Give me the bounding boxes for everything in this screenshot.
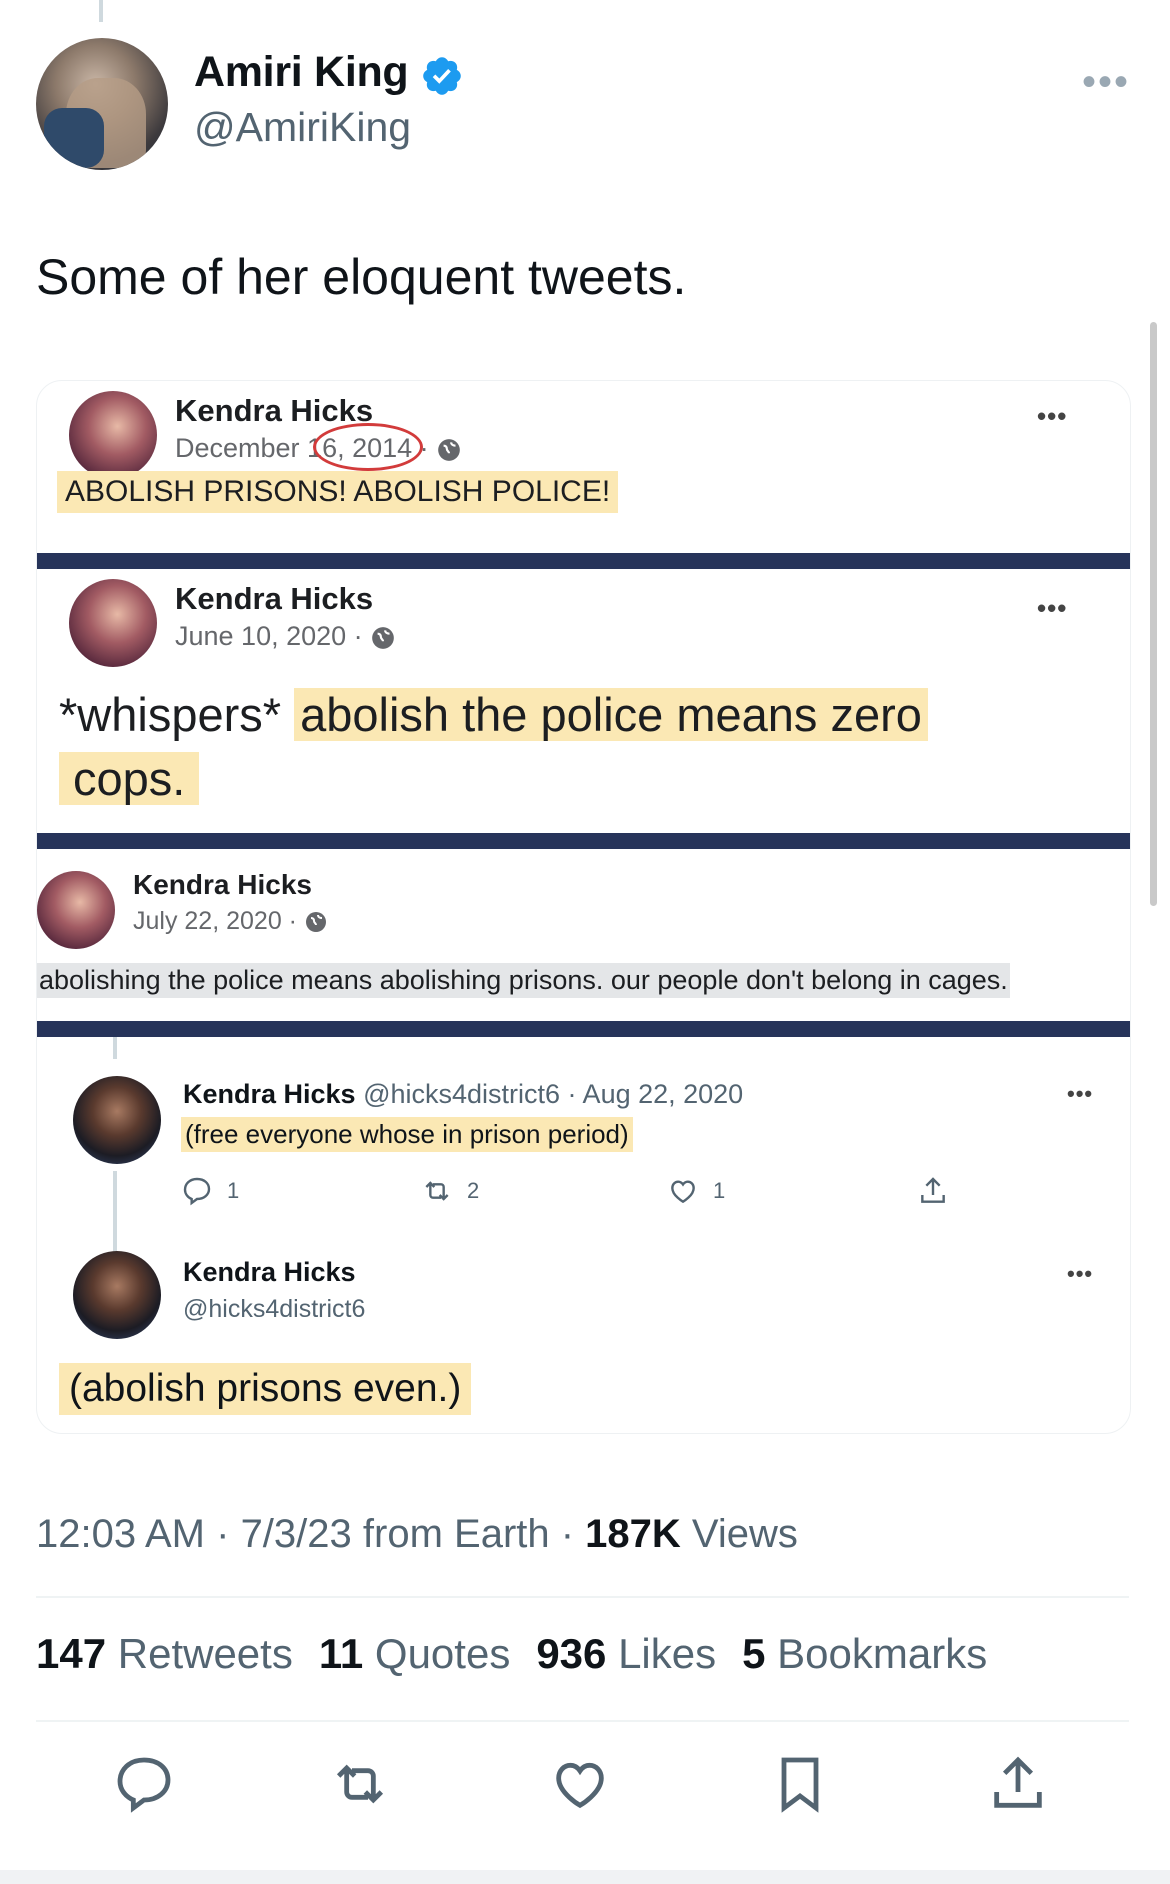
post5-avatar <box>73 1251 161 1339</box>
engagement-stats: 147 Retweets 11 Quotes 936 Likes 5 Bookm… <box>36 1630 987 1678</box>
like-icon <box>671 1180 695 1204</box>
bookmarks-count: 5 <box>742 1630 766 1677</box>
post2-date: June 10, 2020 · <box>175 621 396 652</box>
red-circle-annotation <box>313 423 423 471</box>
post2-more-icon: ••• <box>1037 593 1068 623</box>
post3-date: July 22, 2020 · <box>133 907 328 936</box>
bookmarks-label: Bookmarks <box>777 1630 988 1677</box>
post2-text: *whispers* abolish the police means zero… <box>59 683 1099 811</box>
separator-bar <box>37 1021 1130 1037</box>
tweet-date[interactable]: 7/3/23 <box>241 1512 352 1556</box>
post4-like: 1 <box>667 1175 725 1207</box>
post1-name: Kendra Hicks <box>175 393 374 428</box>
post3-name: Kendra Hicks <box>133 869 312 900</box>
separator-bar <box>37 833 1130 849</box>
post2-text-highlight-1: abolish the police means zero <box>294 688 928 741</box>
post2-text-plain: *whispers* <box>59 688 295 741</box>
author-avatar[interactable] <box>36 38 168 170</box>
post5-text: (abolish prisons even.) <box>59 1363 472 1415</box>
bookmarks-stat[interactable]: 5 Bookmarks <box>742 1630 987 1678</box>
post2-name: Kendra Hicks <box>175 581 374 616</box>
author-handle[interactable]: @AmiriKing <box>194 104 411 151</box>
post4-avatar <box>73 1076 161 1164</box>
reply-thread-line <box>113 1171 117 1263</box>
likes-stat[interactable]: 936 Likes <box>536 1630 716 1678</box>
reply-icon[interactable] <box>112 1752 176 1816</box>
post4-reply: 1 <box>181 1175 239 1207</box>
post5-handle: @hicks4district6 <box>183 1295 366 1323</box>
tweet-time[interactable]: 12:03 AM <box>36 1512 205 1556</box>
post1-more-icon: ••• <box>1037 401 1068 431</box>
retweets-label: Retweets <box>117 1630 293 1677</box>
action-bar <box>0 1752 1170 1832</box>
tweet-meta: 12:03 AM · 7/3/23 from Earth · 187K View… <box>36 1512 798 1556</box>
post1-avatar <box>69 391 157 479</box>
more-icon[interactable]: ••• <box>1082 60 1130 105</box>
retweet-icon <box>425 1181 449 1201</box>
post1-text: ABOLISH PRISONS! ABOLISH POLICE! <box>57 471 619 513</box>
post4-more-icon: ••• <box>1067 1081 1094 1106</box>
post4-retweet: 2 <box>421 1175 479 1207</box>
post4-name: Kendra Hicks <box>183 1079 356 1109</box>
retweet-icon[interactable] <box>328 1752 392 1816</box>
post5-more-icon: ••• <box>1067 1261 1094 1286</box>
retweets-count: 147 <box>36 1630 107 1677</box>
likes-count: 936 <box>536 1630 607 1677</box>
likes-label: Likes <box>618 1630 717 1677</box>
post4-header: Kendra Hicks @hicks4district6 · Aug 22, … <box>183 1079 743 1110</box>
reply-icon <box>183 1177 211 1206</box>
globe-icon <box>372 627 395 649</box>
share-icon[interactable] <box>986 1752 1050 1816</box>
divider <box>36 1720 1129 1722</box>
post4-like-count: 1 <box>713 1178 726 1203</box>
tweet-source: from Earth <box>362 1512 550 1556</box>
reply-thread-line <box>113 1037 117 1059</box>
separator-bar <box>37 553 1130 569</box>
scrollbar[interactable] <box>1150 322 1157 906</box>
post4-text: (free everyone whose in prison period) <box>181 1117 633 1152</box>
views-label: Views <box>691 1512 798 1556</box>
tweet-text: Some of her eloquent tweets. <box>36 249 687 305</box>
post5-name: Kendra Hicks <box>183 1257 356 1287</box>
post4-meta: @hicks4district6 · Aug 22, 2020 <box>363 1079 744 1109</box>
globe-icon <box>305 912 326 933</box>
post4-retweet-count: 2 <box>467 1178 480 1203</box>
quotes-count: 11 <box>318 1630 364 1677</box>
post3-date-text: July 22, 2020 · <box>133 907 297 935</box>
bookmark-icon[interactable] <box>768 1752 832 1816</box>
tweet-media-image[interactable]: Kendra Hicks December 16, 2014 · ••• ABO… <box>36 380 1131 1434</box>
quotes-stat[interactable]: 11 Quotes <box>319 1630 511 1678</box>
quotes-label: Quotes <box>374 1630 511 1677</box>
bottom-strip <box>0 1870 1170 1884</box>
views-count: 187K <box>585 1512 681 1556</box>
post2-date-text: June 10, 2020 · <box>175 621 363 651</box>
post2-avatar <box>69 579 157 667</box>
author-display-name[interactable]: Amiri King <box>194 48 409 97</box>
thread-connector-line <box>99 0 103 22</box>
post2-text-highlight-2: cops. <box>59 752 200 805</box>
share-icon <box>921 1177 945 1203</box>
post3-text: abolishing the police means abolishing p… <box>37 963 1010 998</box>
divider <box>36 1596 1129 1598</box>
post4-reply-count: 1 <box>227 1178 240 1203</box>
post4-share <box>917 1175 949 1207</box>
retweets-stat[interactable]: 147 Retweets <box>36 1630 293 1678</box>
globe-icon <box>438 439 460 461</box>
verified-badge-icon <box>423 57 461 95</box>
like-icon[interactable] <box>548 1752 612 1816</box>
post3-avatar <box>37 871 115 949</box>
